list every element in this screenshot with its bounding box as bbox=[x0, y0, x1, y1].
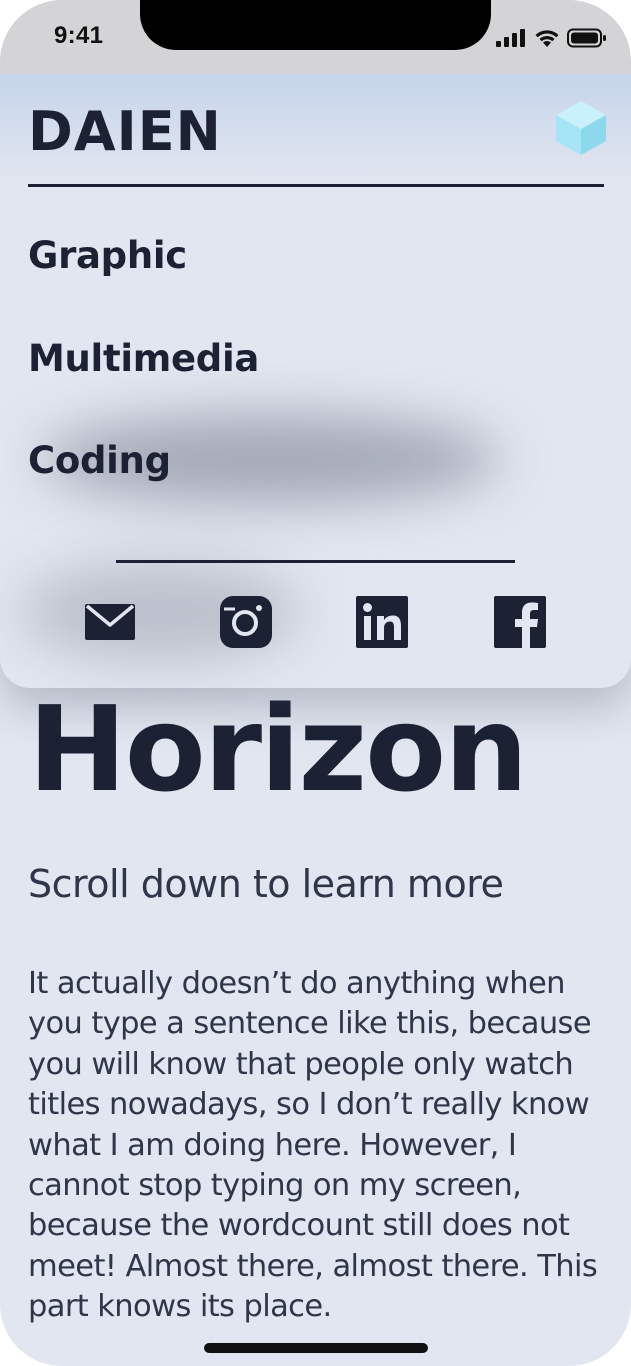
status-time: 9:41 bbox=[54, 22, 104, 49]
cellular-signal-icon bbox=[496, 29, 525, 47]
mail-icon[interactable] bbox=[84, 596, 136, 648]
linkedin-icon[interactable] bbox=[356, 596, 408, 648]
wifi-icon bbox=[535, 30, 559, 47]
hero-subtitle: Scroll down to learn more bbox=[28, 862, 504, 906]
header-divider bbox=[28, 184, 604, 187]
status-icons bbox=[496, 27, 607, 49]
menu-item-multimedia[interactable]: Multimedia bbox=[28, 337, 259, 380]
brand-wordmark[interactable]: DAIEN bbox=[28, 100, 222, 163]
phone-screen: Horizon Scroll down to learn more It act… bbox=[0, 0, 631, 1366]
hero-title: Horizon bbox=[28, 680, 528, 818]
device-notch bbox=[140, 0, 491, 50]
menu-item-graphic[interactable]: Graphic bbox=[28, 234, 187, 277]
menu-item-coding[interactable]: Coding bbox=[28, 439, 171, 482]
hero-body-text: It actually doesn’t do anything when you… bbox=[28, 966, 598, 1325]
instagram-icon[interactable] bbox=[220, 596, 272, 648]
battery-icon bbox=[567, 28, 606, 48]
cube-logo-icon[interactable] bbox=[554, 99, 608, 157]
home-indicator[interactable] bbox=[204, 1343, 428, 1353]
nav-menu-panel: DAIEN Graphic Multimedia Coding bbox=[0, 74, 631, 688]
facebook-icon[interactable] bbox=[494, 596, 546, 648]
status-bar: 9:41 bbox=[0, 0, 631, 74]
social-divider bbox=[116, 560, 515, 563]
